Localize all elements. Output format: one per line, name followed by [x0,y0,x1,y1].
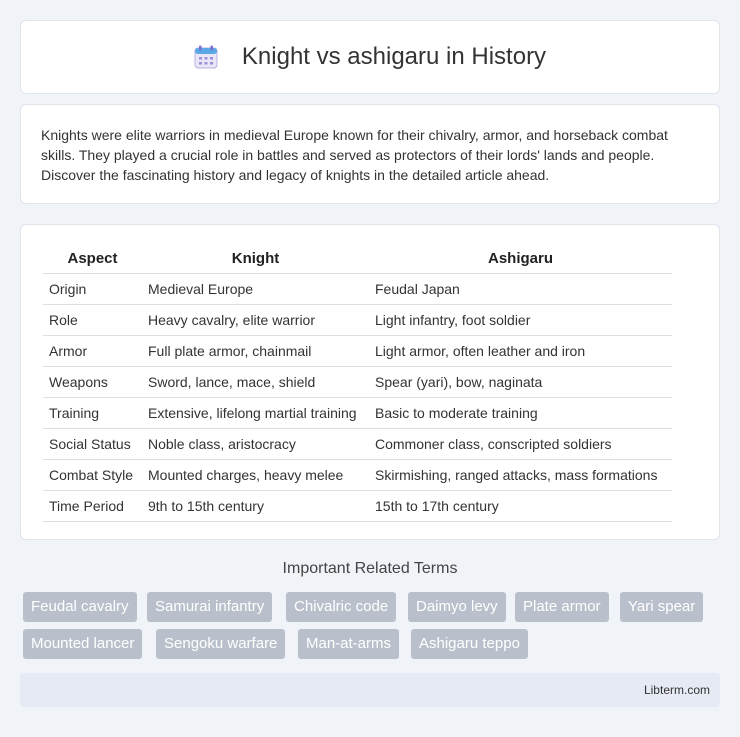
calendar-icon [194,45,218,69]
table-cell: Heavy cavalry, elite warrior [142,303,369,335]
table-cell: Noble class, aristocracy [142,427,369,459]
table-row: Time Period 9th to 15th century 15th to … [43,489,672,522]
table-cell: Social Status [43,427,142,459]
table-cell: Skirmishing, ranged attacks, mass format… [369,458,672,490]
tag-sengoku-warfare[interactable]: Sengoku warfare [156,629,286,659]
table-cell: Light armor, often leather and iron [369,334,672,366]
footer-site-link[interactable]: Libterm.com [644,683,710,697]
tag-man-at-arms[interactable]: Man-at-arms [298,629,400,659]
comparison-card: Aspect Knight Ashigaru Origin Medieval E… [20,224,720,540]
tag-yari-spear[interactable]: Yari spear [620,592,704,622]
column-header: Ashigaru [487,250,553,268]
page-title: Knight vs ashigaru in History [241,43,547,70]
tag-chivalric-code[interactable]: Chivalric code [286,592,397,622]
header-card: Knight vs ashigaru in History [20,20,720,94]
table-row: Training Extensive, lifelong martial tra… [43,396,672,428]
table-cell: Combat Style [43,458,142,490]
table-row: Social Status Noble class, aristocracy C… [43,427,672,459]
table-row: Combat Style Mounted charges, heavy mele… [43,458,672,490]
intro-text: Knights were elite warriors in medieval … [41,127,668,183]
table-cell: Light infantry, foot soldier [369,303,672,335]
table-cell: Origin [43,272,142,304]
table-row: Role Heavy cavalry, elite warrior Light … [43,303,672,335]
comparison-table: Aspect Knight Ashigaru Origin Medieval E… [43,245,672,522]
tag-daimyo-levy[interactable]: Daimyo levy [408,592,506,622]
table-row: Origin Medieval Europe Feudal Japan [43,272,672,304]
table-cell: Mounted charges, heavy melee [142,458,369,490]
table-cell: Medieval Europe [142,272,369,304]
intro-card: Knights were elite warriors in medieval … [20,104,720,204]
column-header: Aspect [67,250,118,268]
table-cell: 9th to 15th century [142,489,369,522]
column-header: Knight [231,250,280,268]
tag-mounted-lancer[interactable]: Mounted lancer [23,629,143,659]
table-cell: Extensive, lifelong martial training [142,396,369,428]
footer: Libterm.com [20,673,720,707]
table-cell: 15th to 17th century [369,489,672,522]
tag-ashigaru-teppo[interactable]: Ashigaru teppo [411,629,528,659]
table-row: Weapons Sword, lance, mace, shield Spear… [43,365,672,397]
tag-feudal-cavalry[interactable]: Feudal cavalry [23,592,137,622]
table-cell: Time Period [43,489,142,522]
table-cell: Basic to moderate training [369,396,672,428]
table-cell: Armor [43,334,142,366]
tag-samurai-infantry[interactable]: Samurai infantry [147,592,273,622]
table-cell: Sword, lance, mace, shield [142,365,369,397]
table-cell: Training [43,396,142,428]
table-cell: Spear (yari), bow, naginata [369,365,672,397]
table-cell: Feudal Japan [369,272,672,304]
table-cell: Role [43,303,142,335]
related-terms-title: Important Related Terms [282,560,458,577]
table-cell: Commoner class, conscripted soldiers [369,427,672,459]
table-cell: Full plate armor, chainmail [142,334,369,366]
table-row: Armor Full plate armor, chainmail Light … [43,334,672,366]
table-cell: Weapons [43,365,142,397]
table-header-row: Aspect Knight Ashigaru [43,245,672,273]
tag-plate-armor[interactable]: Plate armor [515,592,609,622]
